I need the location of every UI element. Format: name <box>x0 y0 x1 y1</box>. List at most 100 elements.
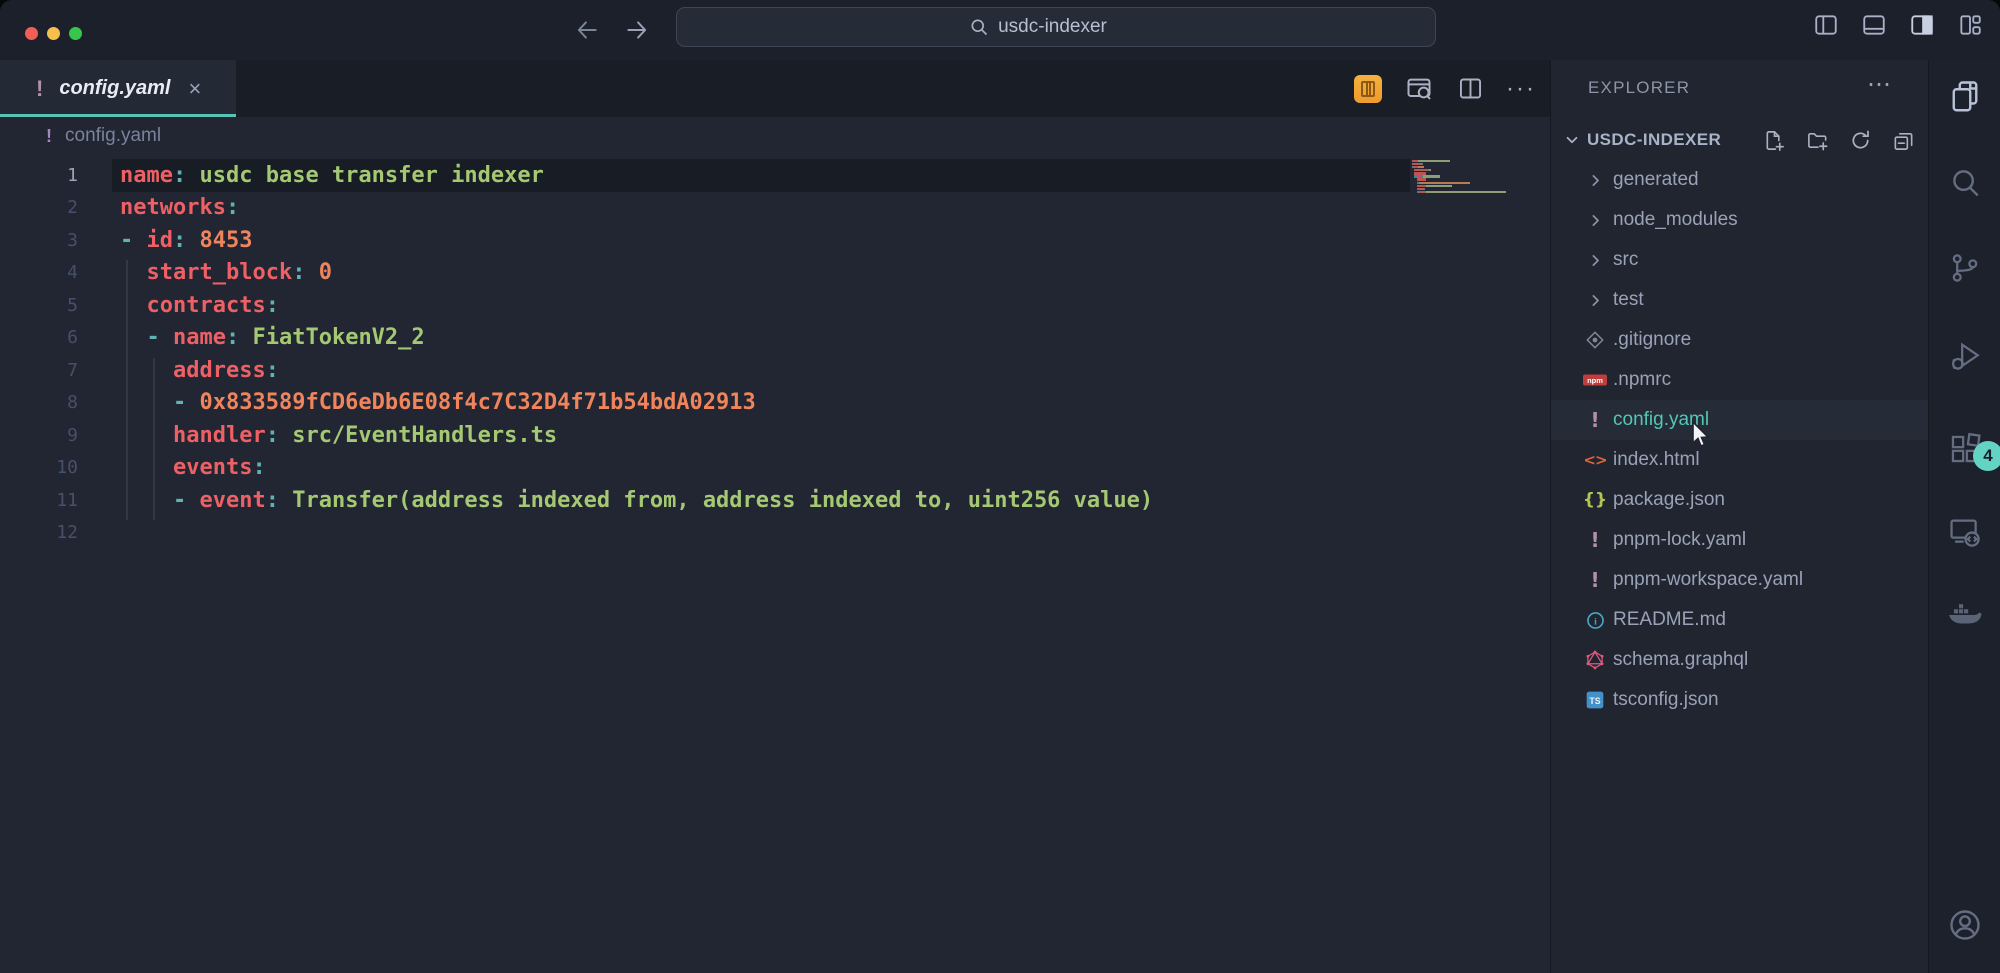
code-line-5[interactable]: 5 contracts: <box>0 289 1550 322</box>
file-label: generated <box>1613 169 1699 191</box>
file-item-README-md[interactable]: i README.md <box>1551 600 1929 640</box>
close-tab-icon[interactable]: × <box>188 78 201 100</box>
breadcrumb-warning-icon: ! <box>46 126 52 147</box>
mouse-cursor <box>1687 420 1713 455</box>
folder-item-node_modules[interactable]: node_modules <box>1551 200 1929 240</box>
navigate-back-button[interactable] <box>570 13 604 47</box>
code-line-3[interactable]: 3- id: 8453 <box>0 224 1550 257</box>
line-number: 5 <box>0 295 78 316</box>
folder-item-src[interactable]: src <box>1551 240 1929 280</box>
chevron-right-icon <box>1579 292 1611 309</box>
line-number: 1 <box>0 165 78 186</box>
activity-search-icon[interactable] <box>1929 158 2000 206</box>
minimize-window-button[interactable] <box>47 27 60 40</box>
code-line-12[interactable]: 12 <box>0 517 1550 550</box>
line-number: 7 <box>0 360 78 381</box>
chevron-right-icon <box>1579 212 1611 229</box>
explorer-more-actions-icon[interactable]: ⋯ <box>1867 70 1892 99</box>
command-center-search[interactable]: usdc-indexer <box>676 7 1436 47</box>
new-file-icon[interactable] <box>1762 128 1786 152</box>
code-line-4[interactable]: 4 start_block: 0 <box>0 257 1550 290</box>
toggle-secondary-sidebar-icon[interactable] <box>1908 11 1936 39</box>
line-number: 11 <box>0 490 78 511</box>
chevron-right-icon <box>1579 172 1611 189</box>
code-line-9[interactable]: 9 handler: src/EventHandlers.ts <box>0 419 1550 452</box>
file-label: pnpm-workspace.yaml <box>1613 569 1803 591</box>
npm-file-icon: npm <box>1579 371 1611 389</box>
git-file-icon <box>1579 330 1611 350</box>
activity-explorer-icon[interactable] <box>1929 72 2000 120</box>
file-item-pnpm-lock-yaml[interactable]: !pnpm-lock.yaml <box>1551 520 1929 560</box>
svg-text:TS: TS <box>1589 696 1600 706</box>
code-line-6[interactable]: 6 - name: FiatTokenV2_2 <box>0 322 1550 355</box>
split-editor-icon[interactable] <box>1455 74 1485 104</box>
editor-region: ! config.yaml × ··· <box>0 60 1550 973</box>
customize-layout-icon[interactable] <box>1956 11 1984 39</box>
chevron-right-icon <box>1579 252 1611 269</box>
file-label: README.md <box>1613 609 1726 631</box>
code-line-11[interactable]: 11 - event: Transfer(address indexed fro… <box>0 484 1550 517</box>
file-item-npmrc[interactable]: npm.npmrc <box>1551 360 1929 400</box>
svg-text:i: i <box>1594 616 1597 627</box>
collapse-all-icon[interactable] <box>1891 128 1915 152</box>
refresh-icon[interactable] <box>1848 128 1872 152</box>
file-label: schema.graphql <box>1613 649 1748 671</box>
file-label: src <box>1613 249 1638 271</box>
new-folder-icon[interactable] <box>1805 128 1829 152</box>
explorer-sidebar: EXPLORER ⋯ USDC-INDEXER <box>1550 60 1928 973</box>
line-number: 10 <box>0 457 78 478</box>
minimap[interactable] <box>1412 160 1512 197</box>
file-item-schema-graphql[interactable]: schema.graphql <box>1551 640 1929 680</box>
tab-config-yaml[interactable]: ! config.yaml × <box>0 60 236 117</box>
yaml-file-icon: ! <box>1579 408 1611 432</box>
toggle-panel-icon[interactable] <box>1860 11 1888 39</box>
code-line-1[interactable]: 1name: usdc base transfer indexer <box>0 159 1550 192</box>
file-item-gitignore[interactable]: .gitignore <box>1551 320 1929 360</box>
line-number: 6 <box>0 327 78 348</box>
envio-extension-icon[interactable] <box>1353 74 1383 104</box>
code-line-7[interactable]: 7 address: <box>0 354 1550 387</box>
file-item-package-json[interactable]: {}package.json <box>1551 480 1929 520</box>
toggle-primary-sidebar-icon[interactable] <box>1812 11 1840 39</box>
yaml-file-icon: ! <box>1579 568 1611 592</box>
chevron-down-icon <box>1563 131 1581 149</box>
file-item-index-html[interactable]: <>index.html <box>1551 440 1929 480</box>
extensions-badge: 4 <box>1973 441 2000 471</box>
breadcrumb[interactable]: ! config.yaml <box>0 117 1550 155</box>
activity-remote-explorer-icon[interactable] <box>1929 508 2000 556</box>
file-item-pnpm-workspace-yaml[interactable]: !pnpm-workspace.yaml <box>1551 560 1929 600</box>
activity-docker-icon[interactable] <box>1929 590 2000 638</box>
activity-run-debug-icon[interactable] <box>1929 332 2000 380</box>
activity-account-icon[interactable] <box>1929 901 2000 949</box>
file-label: package.json <box>1613 489 1725 511</box>
section-usdc-indexer[interactable]: USDC-INDEXER <box>1551 120 1929 160</box>
breadcrumb-label: config.yaml <box>65 125 161 147</box>
explorer-title: EXPLORER <box>1588 78 1690 98</box>
file-item-config-yaml[interactable]: !config.yaml <box>1551 400 1929 440</box>
svg-text:npm: npm <box>1587 376 1603 385</box>
navigate-forward-button[interactable] <box>620 13 654 47</box>
code-line-8[interactable]: 8 - 0x833589fCD6eDb6E08f4c7C32D4f71b54bd… <box>0 387 1550 420</box>
ts-file-icon: TS <box>1579 690 1611 710</box>
folder-item-test[interactable]: test <box>1551 280 1929 320</box>
line-number: 9 <box>0 425 78 446</box>
zoom-window-button[interactable] <box>69 27 82 40</box>
file-label: .gitignore <box>1613 329 1691 351</box>
html-file-icon: <> <box>1579 451 1611 469</box>
line-number: 3 <box>0 230 78 251</box>
folder-item-generated[interactable]: generated <box>1551 160 1929 200</box>
vscode-window: usdc-indexer ! config.yaml × <box>0 0 2000 973</box>
file-label: test <box>1613 289 1644 311</box>
activity-source-control-icon[interactable] <box>1929 244 2000 292</box>
code-line-10[interactable]: 10 events: <box>0 452 1550 485</box>
close-window-button[interactable] <box>25 27 38 40</box>
open-preview-icon[interactable] <box>1404 74 1434 104</box>
file-item-tsconfig-json[interactable]: TStsconfig.json <box>1551 680 1929 720</box>
json-file-icon: {} <box>1579 490 1611 510</box>
more-actions-icon[interactable]: ··· <box>1506 74 1536 104</box>
file-label: pnpm-lock.yaml <box>1613 529 1746 551</box>
info-file-icon: i <box>1579 610 1611 631</box>
activity-bar: 4 <box>1928 60 2000 973</box>
code-editor[interactable]: 1name: usdc base transfer indexer2networ… <box>0 159 1550 549</box>
code-line-2[interactable]: 2networks: <box>0 192 1550 225</box>
